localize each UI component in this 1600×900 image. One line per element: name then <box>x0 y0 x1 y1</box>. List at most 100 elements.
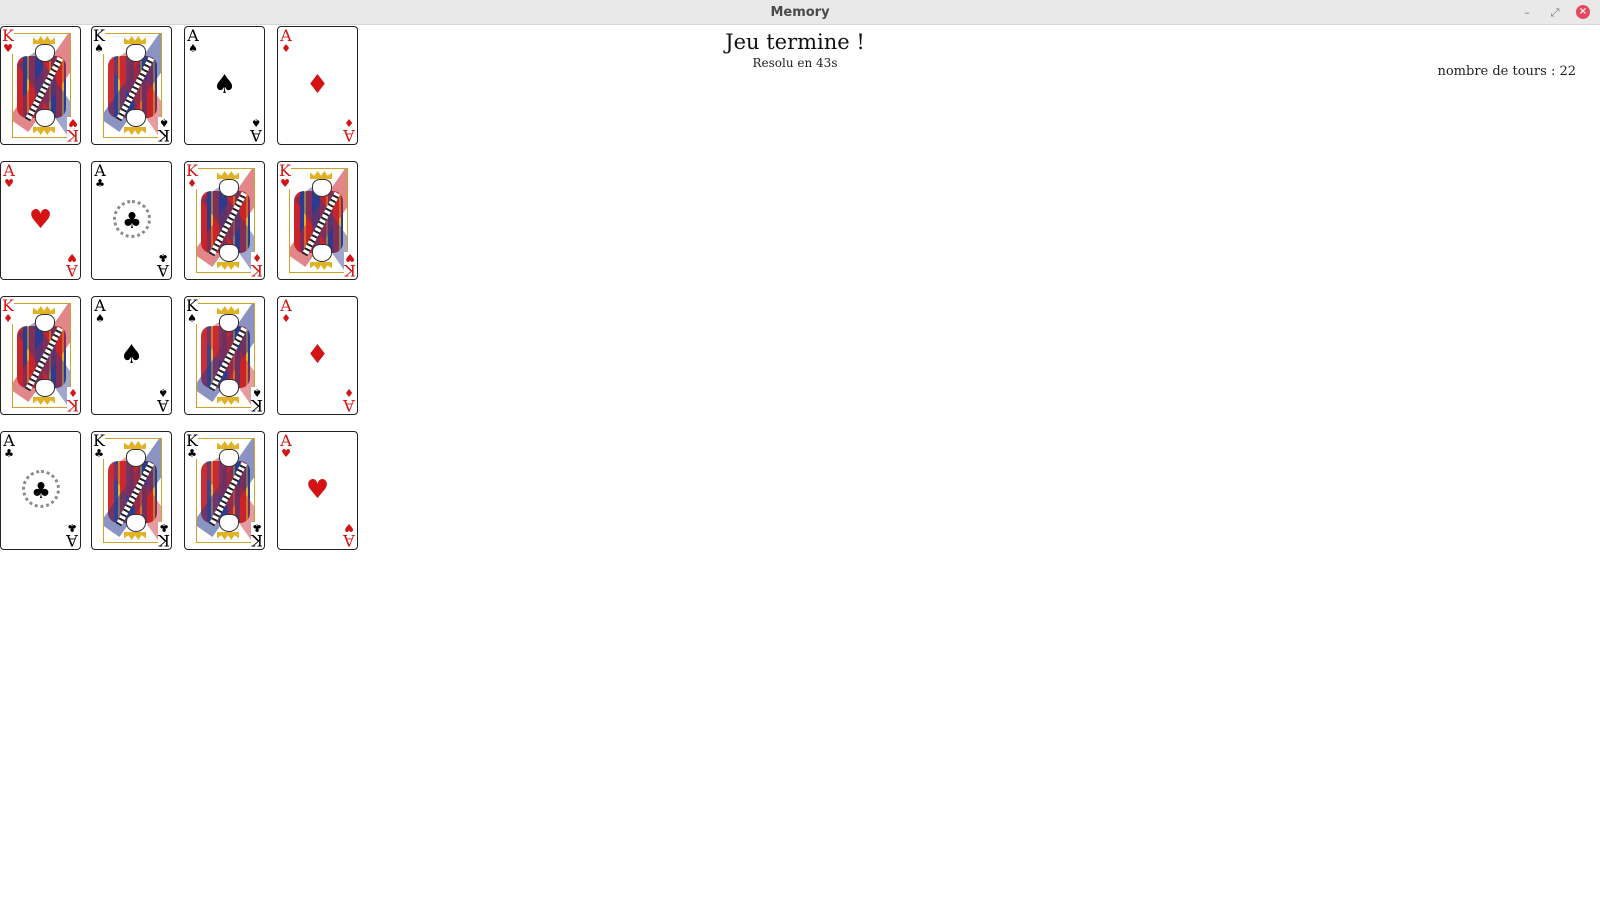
king-portrait <box>103 438 162 543</box>
card-center-suit-icon: ♥ <box>28 205 53 235</box>
memory-card[interactable]: K ♦ K ♦ <box>0 296 81 415</box>
card-index-top: K ♦ <box>2 298 14 324</box>
close-icon[interactable]: × <box>1576 5 1590 19</box>
king-portrait <box>196 168 255 273</box>
card-center-suit-icon: ♣ <box>113 200 151 238</box>
crown-icon <box>33 127 55 135</box>
memory-card[interactable]: K ♣ K ♣ <box>91 431 172 550</box>
card-suit-icon: ♠ <box>252 386 262 399</box>
card-suit-icon: ♠ <box>159 116 169 129</box>
card-index-top: K ♦ <box>186 163 198 189</box>
crown-icon <box>33 397 55 405</box>
card-suit-icon: ♣ <box>94 447 104 460</box>
card-index-bottom: K ♦ <box>67 386 79 414</box>
memory-card[interactable]: A ♣ ♣ A ♣ <box>91 161 172 280</box>
card-suit-icon: ♦ <box>68 386 78 399</box>
memory-card[interactable]: A ♠ ♠ A ♠ <box>91 296 172 415</box>
king-head <box>312 244 332 262</box>
window-titlebar: Memory – ⤢ × <box>0 0 1600 25</box>
card-index-bottom: A ♣ <box>157 251 169 279</box>
card-index-top: K ♠ <box>93 28 105 54</box>
card-index-top: A ♣ <box>3 433 15 460</box>
card-index-top: A ♦ <box>280 28 292 55</box>
crown-icon <box>33 36 55 44</box>
card-suit-icon: ♣ <box>187 447 197 460</box>
card-suit-icon: ♦ <box>344 116 354 129</box>
card-index-bottom: K ♥ <box>344 251 356 279</box>
crown-icon <box>217 306 239 314</box>
crown-icon <box>217 262 239 270</box>
card-index-top: A ♣ <box>94 163 106 190</box>
card-index-bottom: K ♣ <box>158 521 170 549</box>
card-suit-icon: ♥ <box>280 177 290 190</box>
crown-icon <box>310 171 332 179</box>
card-suit-icon: ♣ <box>67 521 77 534</box>
card-center-suit-icon: ♣ <box>22 470 60 508</box>
king-head <box>126 449 146 467</box>
card-center-suit-icon: ♠ <box>119 340 144 370</box>
crown-icon <box>217 397 239 405</box>
card-index-bottom: K ♦ <box>251 251 263 279</box>
card-suit-icon: ♥ <box>281 447 291 460</box>
memory-card[interactable]: A ♥ ♥ A ♥ <box>277 431 358 550</box>
crown-icon <box>217 441 239 449</box>
card-center-suit-icon: ♦ <box>305 70 330 100</box>
king-portrait <box>289 168 348 273</box>
card-index-top: A ♦ <box>280 298 292 325</box>
king-head <box>126 514 146 532</box>
king-head <box>219 314 239 332</box>
memory-card[interactable]: A ♣ ♣ A ♣ <box>0 431 81 550</box>
memory-card[interactable]: K ♥ K ♥ <box>277 161 358 280</box>
memory-card[interactable]: A ♠ ♠ A ♠ <box>184 26 265 145</box>
crown-icon <box>124 441 146 449</box>
card-center-suit-icon: ♦ <box>305 340 330 370</box>
card-suit-icon: ♥ <box>68 116 78 129</box>
memory-card[interactable]: A ♦ ♦ A ♦ <box>277 26 358 145</box>
card-index-top: K ♣ <box>186 433 198 459</box>
card-index-bottom: A ♥ <box>343 521 355 549</box>
crown-icon <box>124 127 146 135</box>
crown-icon <box>217 532 239 540</box>
card-suit-icon: ♠ <box>188 42 198 55</box>
card-index-bottom: A ♦ <box>343 386 355 414</box>
king-portrait <box>12 33 71 138</box>
card-index-top: K ♣ <box>93 433 105 459</box>
card-index-top: K ♠ <box>186 298 198 324</box>
minimize-icon[interactable]: – <box>1520 5 1534 19</box>
king-portrait <box>196 438 255 543</box>
card-index-bottom: K ♣ <box>251 521 263 549</box>
maximize-icon[interactable]: ⤢ <box>1548 5 1562 19</box>
king-head <box>312 179 332 197</box>
card-suit-icon: ♠ <box>95 312 105 325</box>
king-head <box>219 514 239 532</box>
card-suit-icon: ♥ <box>4 177 14 190</box>
card-suit-icon: ♦ <box>344 386 354 399</box>
crown-icon <box>217 171 239 179</box>
card-suit-icon: ♠ <box>187 312 197 325</box>
memory-card[interactable]: K ♦ K ♦ <box>184 161 265 280</box>
card-suit-icon: ♦ <box>187 177 197 190</box>
memory-card[interactable]: K ♥ K ♥ <box>0 26 81 145</box>
king-head <box>35 44 55 62</box>
memory-card[interactable]: K ♠ K ♠ <box>184 296 265 415</box>
king-head <box>219 244 239 262</box>
king-head <box>219 379 239 397</box>
memory-card[interactable]: A ♦ ♦ A ♦ <box>277 296 358 415</box>
card-suit-icon: ♣ <box>159 521 169 534</box>
card-index-bottom: A ♦ <box>343 116 355 144</box>
memory-card[interactable]: K ♠ K ♠ <box>91 26 172 145</box>
card-index-top: A ♥ <box>3 163 15 190</box>
king-portrait <box>103 33 162 138</box>
crown-icon <box>310 262 332 270</box>
card-suit-icon: ♣ <box>95 177 105 190</box>
king-head <box>219 449 239 467</box>
memory-card[interactable]: A ♥ ♥ A ♥ <box>0 161 81 280</box>
king-head <box>126 44 146 62</box>
card-index-top: K ♥ <box>279 163 291 189</box>
card-suit-icon: ♣ <box>252 521 262 534</box>
card-index-bottom: A ♠ <box>250 116 262 144</box>
card-suit-icon: ♥ <box>345 251 355 264</box>
turn-counter: nombre de tours : 22 <box>1437 64 1576 79</box>
card-index-bottom: K ♠ <box>158 116 170 144</box>
memory-card[interactable]: K ♣ K ♣ <box>184 431 265 550</box>
